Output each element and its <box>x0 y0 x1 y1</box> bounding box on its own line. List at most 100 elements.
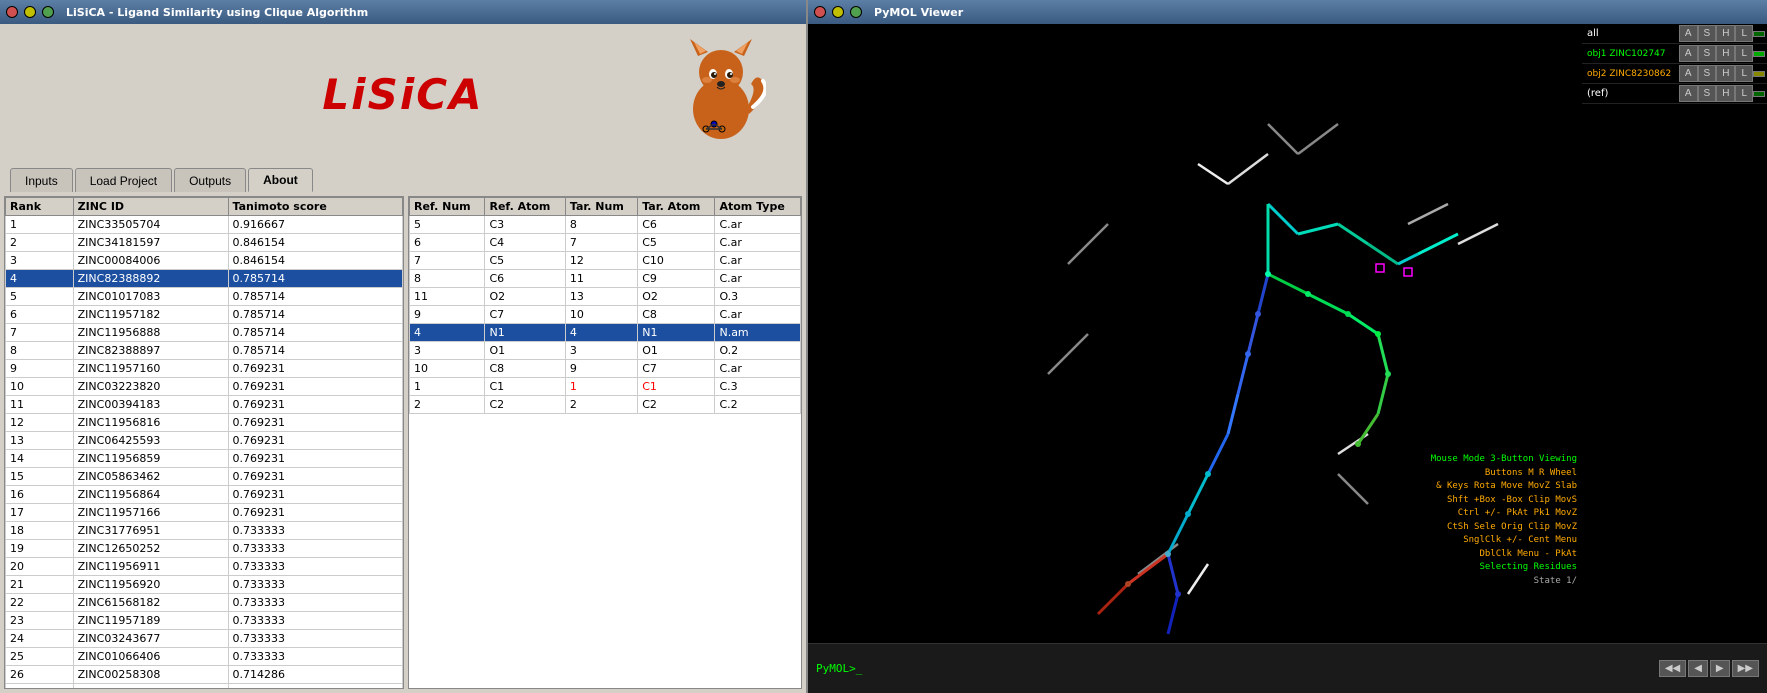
pymol-ref-btn-h[interactable]: H <box>1716 85 1735 102</box>
atoms-row[interactable]: 2C22C2C.2 <box>410 396 801 414</box>
results-row[interactable]: 1ZINC335057040.916667 <box>6 216 403 234</box>
results-row[interactable]: 5ZINC010170830.785714 <box>6 288 403 306</box>
pymol-obj-name-obj2: obj2 ZINC8230862 <box>1584 69 1679 79</box>
results-row[interactable]: 7ZINC119568880.785714 <box>6 324 403 342</box>
results-row[interactable]: 4ZINC823888920.785714 <box>6 270 403 288</box>
results-row[interactable]: 16ZINC119568640.769231 <box>6 486 403 504</box>
results-row[interactable]: 14ZINC119568590.769231 <box>6 450 403 468</box>
results-row[interactable]: 9ZINC119571600.769231 <box>6 360 403 378</box>
results-row[interactable]: 3ZINC000840060.846154 <box>6 252 403 270</box>
pymol-viewport[interactable]: Mouse Mode 3-Button Viewing Buttons M R … <box>808 24 1582 643</box>
tab-about[interactable]: About <box>248 168 313 192</box>
results-row[interactable]: 12ZINC119568160.769231 <box>6 414 403 432</box>
results-row[interactable]: 15ZINC058634620.769231 <box>6 468 403 486</box>
pymol-maximize-button[interactable] <box>850 6 862 18</box>
col-ref-atom: Ref. Atom <box>485 198 565 216</box>
atoms-table: Ref. Num Ref. Atom Tar. Num Tar. Atom At… <box>409 197 801 414</box>
results-row[interactable]: 10ZINC032238200.769231 <box>6 378 403 396</box>
pymol-obj1-btn-r[interactable] <box>1753 51 1765 57</box>
results-row[interactable]: 8ZINC823888970.785714 <box>6 342 403 360</box>
pymol-ref-btn-a[interactable]: A <box>1679 85 1698 102</box>
results-row[interactable]: 21ZINC119569200.733333 <box>6 576 403 594</box>
lisica-header: LiSiCA <box>0 24 806 164</box>
col-tar-atom: Tar. Atom <box>638 198 715 216</box>
atoms-row[interactable]: 5C38C6C.ar <box>410 216 801 234</box>
pymol-nav-first[interactable]: ◀◀ <box>1659 660 1686 677</box>
pymol-main: Mouse Mode 3-Button Viewing Buttons M R … <box>808 24 1767 643</box>
pymol-obj2-btn-a[interactable]: A <box>1679 65 1698 82</box>
results-row[interactable]: 24ZINC032436770.733333 <box>6 630 403 648</box>
atoms-row[interactable]: 11O213O2O.3 <box>410 288 801 306</box>
pymol-command-prompt[interactable]: PyMOL>_ <box>816 662 862 675</box>
tab-load-project[interactable]: Load Project <box>75 168 172 192</box>
results-row[interactable]: 23ZINC119571890.733333 <box>6 612 403 630</box>
pymol-obj-all-btn-l[interactable]: L <box>1735 25 1753 42</box>
results-row[interactable]: 2ZINC341815970.846154 <box>6 234 403 252</box>
pymol-obj-ref: (ref) A S H L <box>1582 84 1767 104</box>
col-atom-type: Atom Type <box>715 198 801 216</box>
pymol-panel: PyMOL Viewer <box>808 0 1767 693</box>
maximize-button[interactable] <box>42 6 54 18</box>
results-table-container[interactable]: Rank ZINC ID Tanimoto score 1ZINC3350570… <box>4 196 404 689</box>
results-row[interactable]: 18ZINC317769510.733333 <box>6 522 403 540</box>
pymol-obj-all-btn-a[interactable]: A <box>1679 25 1698 42</box>
pymol-close-button[interactable] <box>814 6 826 18</box>
pymol-sidebar: all A S H L obj1 ZINC102747 A S H L obj2… <box>1582 24 1767 643</box>
pymol-obj-obj2: obj2 ZINC8230862 A S H L <box>1582 64 1767 84</box>
pymol-obj-all-btn-s[interactable]: S <box>1698 25 1717 42</box>
pymol-ref-btn-l[interactable]: L <box>1735 85 1753 102</box>
tab-inputs[interactable]: Inputs <box>10 168 73 192</box>
pymol-obj1-btn-s[interactable]: S <box>1698 45 1717 62</box>
pymol-obj1-btn-a[interactable]: A <box>1679 45 1698 62</box>
results-row[interactable]: 20ZINC119569110.733333 <box>6 558 403 576</box>
lisica-logo: LiSiCA <box>322 70 483 119</box>
pymol-obj2-btn-h[interactable]: H <box>1716 65 1735 82</box>
pymol-obj2-btn-s[interactable]: S <box>1698 65 1717 82</box>
pymol-nav-buttons: ◀◀ ◀ ▶ ▶▶ <box>1659 660 1759 677</box>
results-row[interactable]: 19ZINC126502520.733333 <box>6 540 403 558</box>
results-row[interactable]: 25ZINC010664060.733333 <box>6 648 403 666</box>
pymol-obj1-btn-l[interactable]: L <box>1735 45 1753 62</box>
tab-outputs[interactable]: Outputs <box>174 168 246 192</box>
lisica-titlebar: LiSiCA - Ligand Similarity using Clique … <box>0 0 806 24</box>
atoms-row[interactable]: 4N14N1N.am <box>410 324 801 342</box>
results-row[interactable]: 27ZINC116383050.714286 <box>6 684 403 690</box>
pymol-obj-name-all: all <box>1584 28 1679 39</box>
pymol-obj2-btn-r[interactable] <box>1753 71 1765 77</box>
results-row[interactable]: 26ZINC002583080.714286 <box>6 666 403 684</box>
results-row[interactable]: 22ZINC615681820.733333 <box>6 594 403 612</box>
close-button[interactable] <box>6 6 18 18</box>
results-row[interactable]: 11ZINC003941830.769231 <box>6 396 403 414</box>
lisica-content: Rank ZINC ID Tanimoto score 1ZINC3350570… <box>0 192 806 693</box>
pymol-nav-prev[interactable]: ◀ <box>1688 660 1708 677</box>
results-row[interactable]: 6ZINC119571820.785714 <box>6 306 403 324</box>
col-zinc-id: ZINC ID <box>73 198 228 216</box>
pymol-ref-btn-s[interactable]: S <box>1698 85 1717 102</box>
atoms-row[interactable]: 9C710C8C.ar <box>410 306 801 324</box>
atoms-row[interactable]: 1C11C1C.3 <box>410 378 801 396</box>
results-row[interactable]: 13ZINC064255930.769231 <box>6 432 403 450</box>
pymol-obj-all-btn-r[interactable] <box>1753 31 1765 37</box>
col-tanimoto: Tanimoto score <box>228 198 403 216</box>
pymol-minimize-button[interactable] <box>832 6 844 18</box>
lisica-tabs: Inputs Load Project Outputs About <box>0 164 806 192</box>
col-tar-num: Tar. Num <box>565 198 637 216</box>
pymol-ref-btn-r[interactable] <box>1753 91 1765 97</box>
pymol-obj-name-obj1: obj1 ZINC102747 <box>1584 49 1679 59</box>
col-ref-num: Ref. Num <box>410 198 485 216</box>
atoms-row[interactable]: 7C512C10C.ar <box>410 252 801 270</box>
atoms-row[interactable]: 10C89C7C.ar <box>410 360 801 378</box>
atoms-row[interactable]: 6C47C5C.ar <box>410 234 801 252</box>
atoms-table-container[interactable]: Ref. Num Ref. Atom Tar. Num Tar. Atom At… <box>408 196 802 689</box>
atoms-row[interactable]: 8C611C9C.ar <box>410 270 801 288</box>
pymol-obj2-btn-l[interactable]: L <box>1735 65 1753 82</box>
pymol-nav-next[interactable]: ▶ <box>1710 660 1730 677</box>
col-rank: Rank <box>6 198 74 216</box>
lisica-panel: LiSiCA - Ligand Similarity using Clique … <box>0 0 808 693</box>
pymol-obj1-btn-h[interactable]: H <box>1716 45 1735 62</box>
minimize-button[interactable] <box>24 6 36 18</box>
pymol-obj-all-btn-h[interactable]: H <box>1716 25 1735 42</box>
pymol-nav-last[interactable]: ▶▶ <box>1732 660 1759 677</box>
atoms-row[interactable]: 3O13O1O.2 <box>410 342 801 360</box>
results-row[interactable]: 17ZINC119571660.769231 <box>6 504 403 522</box>
